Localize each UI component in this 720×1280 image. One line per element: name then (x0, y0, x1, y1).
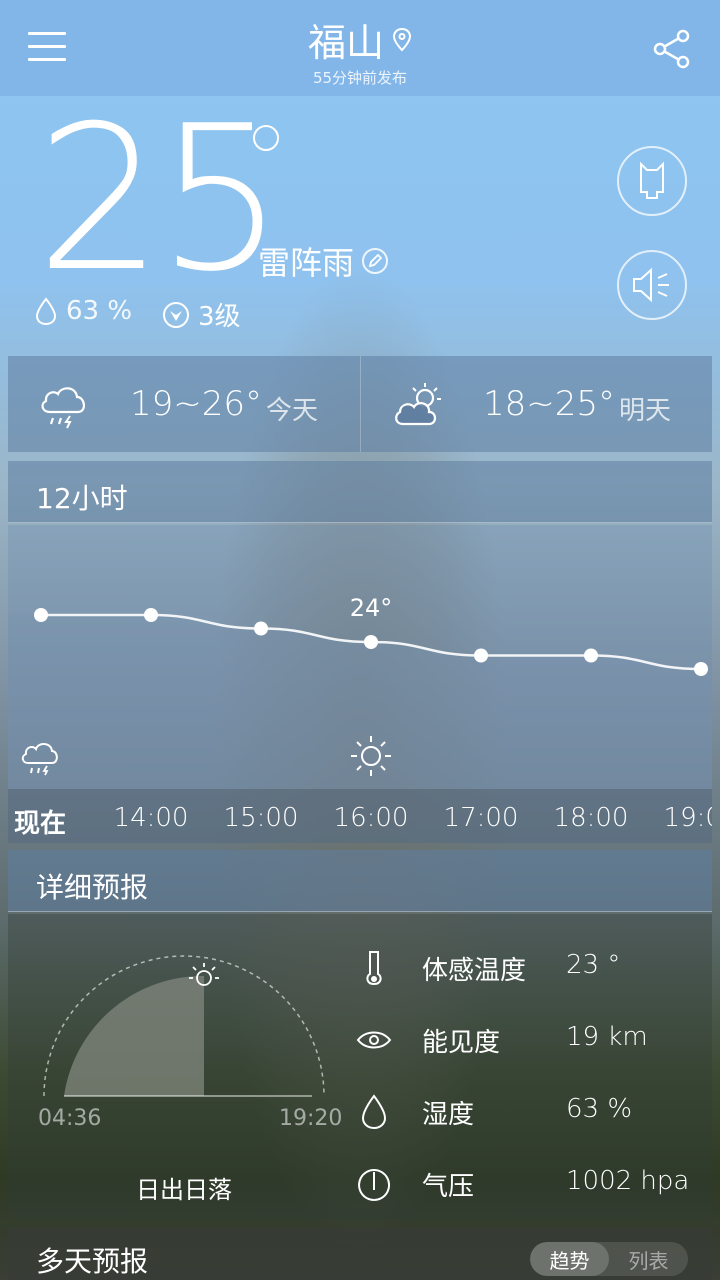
sunrise-time: 04:36 (38, 1106, 102, 1131)
voice-broadcast-button[interactable] (617, 250, 687, 320)
city-title[interactable]: 福山 (0, 12, 720, 67)
feels-like-label: 体感温度 (422, 956, 527, 986)
pressure-row: 气压 1002 hpa (356, 1160, 706, 1210)
today-temp-range: 19~26° (130, 384, 263, 424)
city-name: 福山 (307, 21, 384, 65)
phone-clip-icon (640, 161, 664, 199)
toggle-list[interactable]: 列表 (609, 1242, 688, 1276)
drop-icon (361, 1094, 387, 1130)
tomorrow-forecast[interactable]: 18~25° 明天 (360, 356, 712, 452)
view-toggle[interactable]: 趋势 列表 (530, 1242, 688, 1276)
detail-panel: 04:36 19:20 日出日落 体感温度 23 ° 能见度 19 km 湿度 … (8, 914, 712, 1220)
speaker-icon (633, 267, 669, 303)
visibility-label: 能见度 (422, 1028, 501, 1058)
tomorrow-label: 明天 (619, 396, 672, 426)
wind-direction-icon (163, 301, 189, 328)
pressure-label: 气压 (422, 1172, 475, 1202)
edit-icon[interactable] (362, 248, 389, 274)
humidity-detail-value: 63 % (566, 1094, 633, 1124)
hourly-section-title: 12小时 (8, 461, 712, 523)
partly-cloudy-icon (395, 383, 441, 426)
visibility-value: 19 km (566, 1022, 648, 1052)
pressure-icon (358, 1169, 390, 1201)
wind-indicator: 3级 (162, 296, 241, 333)
feels-like-row: 体感温度 23 ° (356, 944, 706, 994)
today-label: 今天 (266, 396, 319, 426)
sun-label: 日出日落 (136, 1176, 232, 1204)
time-label: 16:00 (333, 803, 409, 833)
time-label: 19:00 (663, 803, 712, 833)
toggle-trend[interactable]: 趋势 (530, 1242, 609, 1276)
hourly-data-point (254, 621, 268, 636)
current-condition[interactable]: 雷阵雨 (258, 238, 389, 284)
feels-like-value: 23 ° (566, 950, 621, 980)
humidity-label: 湿度 (422, 1100, 475, 1130)
hourly-data-point (474, 648, 488, 663)
pressure-value: 1002 hpa (566, 1166, 690, 1196)
degree-symbol (253, 125, 279, 151)
time-label-now: 现在 (14, 809, 67, 839)
hourly-highlight-label: 24° (350, 594, 393, 622)
eye-icon (356, 1031, 392, 1049)
time-label: 15:00 (223, 803, 299, 833)
top-bar: 福山 55分钟前发布 (0, 0, 720, 96)
thunder-rain-icon (41, 387, 85, 429)
widget-button[interactable] (617, 146, 687, 216)
time-label: 17:00 (443, 803, 519, 833)
visibility-row: 能见度 19 km (356, 1016, 706, 1066)
hourly-data-point (584, 648, 598, 663)
detail-section-title: 详细预报 (8, 850, 712, 912)
hourly-data-point (34, 608, 48, 622)
condition-text: 雷阵雨 (258, 244, 355, 282)
hourly-time-axis: 现在 14:00 15:00 16:00 17:00 18:00 19:00 (8, 789, 712, 843)
pin-icon (392, 27, 412, 51)
hourly-data-point (144, 608, 158, 622)
daily-summary: 19~26° 今天 18~25° 明天 (8, 356, 712, 452)
sunset-time: 19:20 (279, 1106, 343, 1131)
hourly-temperature-chart: 24° (8, 594, 712, 789)
humidity-indicator: 63 % (34, 296, 132, 326)
hourly-chart-panel[interactable]: 24° 现在 14:00 15:00 16:00 17:00 18:00 19:… (8, 525, 712, 843)
current-temperature: 25 (36, 83, 284, 316)
wind-value: 3级 (198, 302, 241, 332)
thermometer-icon (366, 951, 382, 986)
drop-icon (35, 297, 57, 326)
share-icon[interactable] (652, 28, 692, 70)
hourly-data-point (364, 635, 378, 649)
today-forecast[interactable]: 19~26° 今天 (8, 356, 360, 452)
time-label: 14:00 (113, 803, 189, 833)
time-label: 18:00 (553, 803, 629, 833)
tomorrow-temp-range: 18~25° (483, 384, 616, 424)
hourly-data-point (694, 662, 708, 676)
humidity-row: 湿度 63 % (356, 1088, 706, 1138)
humidity-value: 63 % (66, 296, 133, 326)
